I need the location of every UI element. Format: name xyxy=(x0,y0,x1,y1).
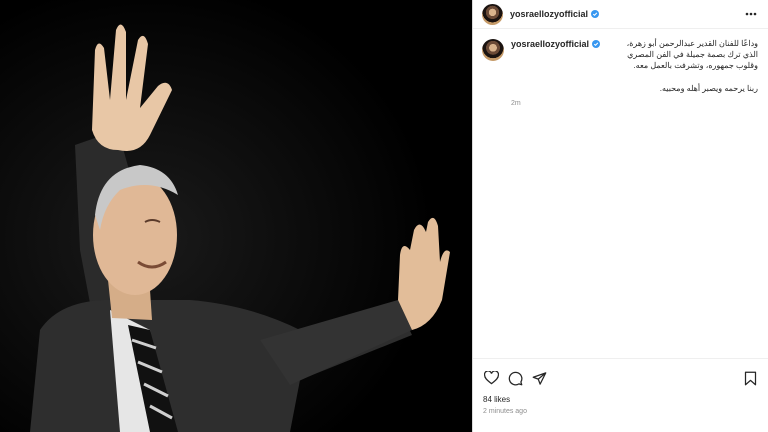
comment-icon xyxy=(508,371,522,385)
caption-avatar[interactable] xyxy=(482,39,504,61)
heart-icon xyxy=(483,371,499,385)
stage-photo-illustration xyxy=(0,0,472,432)
post-sidebar: yosraellozyofficial yosraellozyofficial xyxy=(472,0,768,432)
avatar[interactable] xyxy=(482,3,503,25)
post-actions: 84 likes 2 minutes ago xyxy=(473,358,768,415)
save-button[interactable] xyxy=(742,370,758,386)
caption-comment: yosraellozyofficial وداعًا للفنان القدير… xyxy=(473,29,768,107)
more-horizontal-icon xyxy=(745,12,757,16)
username[interactable]: yosraellozyofficial xyxy=(510,9,588,19)
post-timestamp[interactable]: 2 minutes ago xyxy=(483,408,758,415)
bookmark-icon xyxy=(744,371,756,385)
more-options-button[interactable] xyxy=(744,7,758,21)
caption-body: yosraellozyofficial وداعًا للفنان القدير… xyxy=(511,39,758,107)
action-icons-row xyxy=(483,368,758,388)
comment-timestamp: 2m xyxy=(511,100,521,107)
post-photo[interactable] xyxy=(0,0,472,432)
caption-text-line2: ربنا يرحمه ويصبر أهله ومحبيه. xyxy=(659,84,758,93)
like-button[interactable] xyxy=(483,370,499,386)
likes-count[interactable]: 84 likes xyxy=(483,395,758,404)
verified-badge-icon xyxy=(592,40,601,48)
share-button[interactable] xyxy=(531,370,547,386)
post-header: yosraellozyofficial xyxy=(473,0,768,29)
caption-username[interactable]: yosraellozyofficial xyxy=(511,39,589,49)
comment-button[interactable] xyxy=(507,370,523,386)
verified-badge-icon xyxy=(591,10,600,18)
share-icon xyxy=(532,371,546,385)
